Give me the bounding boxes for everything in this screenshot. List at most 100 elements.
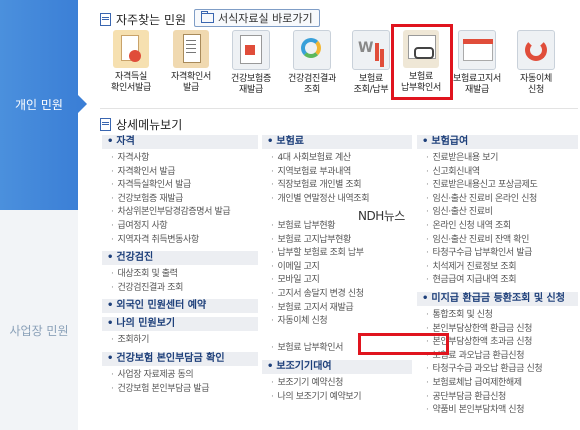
menu-item-label: 고지서 송달지 변경 신청 (277, 288, 364, 299)
bullet-icon: · (111, 335, 114, 346)
menu-category-label: 자격 (116, 136, 135, 147)
bullet-icon: · (271, 166, 274, 177)
menu-item-label: 이메일 고지 (277, 261, 320, 272)
bullet-icon: · (271, 343, 274, 354)
menu-item[interactable]: · 타청구수급 납부확인서 발급 (417, 247, 578, 261)
frequent-tile[interactable]: 자격확인서 발급 (162, 30, 220, 100)
menu-category[interactable]: • 건강검진 (102, 251, 258, 266)
menu-item[interactable]: · 고지서 송달지 변경 신청 (262, 288, 412, 302)
menu-item[interactable]: · 진료받은내용 보기 (417, 152, 578, 166)
menu-category[interactable]: • 자격 (102, 135, 258, 149)
menu-item[interactable]: · 자격사항 (102, 152, 258, 166)
document-icon (173, 30, 209, 68)
menu-item[interactable]: · 모바일 고지 (262, 274, 412, 288)
bullet-icon: • (107, 136, 114, 147)
frequent-tile[interactable]: 건강보험증 재발급 (222, 30, 280, 100)
menu-item[interactable]: · 조회하기 (102, 334, 258, 348)
menu-group: • 보조기기대여 · 보조기기 예약신청 · 나의 보조기기 예약보기 (262, 359, 412, 405)
menu-item[interactable]: · 개인별 연말정산 내역조회 (262, 193, 412, 207)
menu-item[interactable]: · 건강검진결과 조회 (102, 282, 258, 296)
tile-label: 자격득실 확인서발급 (111, 72, 151, 93)
frequent-tile[interactable]: 보험료고지서 재발급 (448, 30, 506, 100)
menu-category[interactable]: • 보험급여 (417, 135, 578, 149)
menu-item[interactable]: · 차상위본인부담경감증명서 발급 (102, 206, 258, 220)
menu-item-label: 급여정지 사항 (117, 220, 168, 231)
bullet-icon: · (111, 383, 114, 394)
bullet-icon: · (426, 234, 429, 245)
menu-item[interactable]: · 신고회신내역 (417, 166, 578, 180)
menu-group: • 건강보험 본인부담금 확인 · 사업장 자료제공 동의 · 건강보험 본인부담금 발급 (102, 351, 258, 397)
menu-item[interactable]: · 지역보험료 부과내역 (262, 166, 412, 180)
menu-item[interactable]: · 보험료 고지납부현황 (262, 234, 412, 248)
menu-category[interactable]: • 건강보험 본인부담금 확인 (102, 351, 258, 366)
bullet-icon: · (271, 261, 274, 272)
bullet-icon: · (111, 369, 114, 380)
bullet-icon: · (426, 166, 429, 177)
bullet-icon: · (271, 302, 274, 313)
menu-item[interactable]: · 치석제거 진료정보 조회 (417, 261, 578, 275)
frequent-tile[interactable]: 건강검진결과 조회 (283, 30, 341, 100)
sidebar-item-personal[interactable]: 개인 민원 (0, 0, 78, 210)
certificate-icon (113, 30, 149, 68)
bullet-icon: · (426, 377, 429, 388)
menu-item[interactable]: · 대상조회 및 출력 (102, 268, 258, 282)
menu-category[interactable]: • 미지급 환급금 등환조회 및 신청 (417, 291, 578, 306)
forms-library-shortcut-button[interactable]: 서식자료실 바로가기 (194, 9, 320, 27)
bill-icon (458, 30, 496, 70)
menu-item[interactable]: · 보험료체납 급여제한해제 (417, 377, 578, 391)
menu-item[interactable]: · 자동이체 신청 (262, 315, 412, 329)
menu-category[interactable]: • 보조기기대여 (262, 359, 412, 374)
frequent-section-title: 자주찾는 민원 (100, 11, 186, 28)
menu-item-label: 진료받은내용신고 포상금제도 (432, 180, 538, 191)
menu-item[interactable]: · 자격득실확인서 발급 (102, 179, 258, 193)
menu-item[interactable]: · 건강보험증 재발급 (102, 193, 258, 207)
menu-item[interactable]: · 건강보험 본인부담금 발급 (102, 383, 258, 397)
menu-item[interactable]: · 온라인 신청 내역 조회 (417, 220, 578, 234)
menu-item-label: 치석제거 진료정보 조회 (432, 261, 517, 272)
menu-item[interactable]: · 지역자격 취득변동사항 (102, 234, 258, 248)
menu-item[interactable]: · 현금급여 지급내역 조회 (417, 274, 578, 288)
menu-item[interactable]: · 4대 사회보험료 계산 (262, 152, 412, 166)
menu-item[interactable]: · 보조기기 예약신청 (262, 377, 412, 391)
menu-item[interactable]: · 급여정지 사항 (102, 220, 258, 234)
frequent-tile[interactable]: 자격득실 확인서발급 (102, 30, 160, 100)
menu-item[interactable]: · 공단부담금 환급신청 (417, 391, 578, 405)
detail-menu-title: 상세메뉴보기 (100, 116, 182, 133)
bar-chart-icon (352, 30, 390, 70)
bullet-icon: · (111, 180, 114, 191)
menu-item[interactable]: · 임신·출산 진료비 (417, 206, 578, 220)
sidebar-item-business[interactable]: 사업장 민원 (0, 322, 78, 339)
menu-item[interactable]: · 타청구수급 과오납 환급금 신청 (417, 363, 578, 377)
bullet-icon: · (111, 282, 114, 293)
menu-item-label: 지역보험료 부과내역 (277, 166, 351, 177)
menu-category[interactable]: • 보험료 (262, 135, 412, 149)
bullet-icon: • (422, 136, 429, 147)
bullet-icon: · (426, 193, 429, 204)
menu-category-label: 보조기기대여 (276, 360, 332, 372)
menu-item[interactable]: · 이메일 고지 (262, 261, 412, 275)
pie-chart-icon (293, 30, 331, 70)
bullet-icon: · (426, 275, 429, 286)
menu-item[interactable]: · 납부할 보험료 조회 납부 (262, 247, 412, 261)
menu-item-label: 나의 보조기기 예약보기 (277, 391, 362, 402)
menu-item[interactable]: · 임신·출산 진료비 온라인 신청 (417, 193, 578, 207)
bullet-icon: · (426, 180, 429, 191)
menu-item[interactable]: · 사업장 자료제공 동의 (102, 369, 258, 383)
menu-item[interactable]: · 진료받은내용신고 포상금제도 (417, 179, 578, 193)
menu-item[interactable]: · 직장보험료 개인별 조회 (262, 179, 412, 193)
menu-item[interactable]: · 임신·출산 진료비 잔액 확인 (417, 234, 578, 248)
menu-item[interactable]: · 약품비 본인부담차액 신청 (417, 404, 578, 418)
menu-item[interactable]: · 나의 보조기기 예약보기 (262, 391, 412, 405)
menu-item-label: 보험료 납부확인서 (277, 343, 343, 354)
menu-item[interactable]: · 자격확인서 발급 (102, 166, 258, 180)
bullet-icon: · (111, 153, 114, 163)
menu-item-label: 사업장 자료제공 동의 (117, 369, 194, 380)
menu-item[interactable]: · 보험료 고지서 재발급 (262, 302, 412, 316)
highlight-box (391, 24, 453, 100)
menu-category[interactable]: • 나의 민원보기 (102, 317, 258, 332)
menu-item[interactable]: · 통합조회 및 신청 (417, 309, 578, 323)
highlight-box (358, 333, 449, 355)
bullet-icon: · (426, 153, 429, 163)
frequent-tile[interactable]: 자동이체 신청 (507, 30, 565, 100)
menu-category[interactable]: • 외국인 민원센터 예약 (102, 299, 258, 314)
